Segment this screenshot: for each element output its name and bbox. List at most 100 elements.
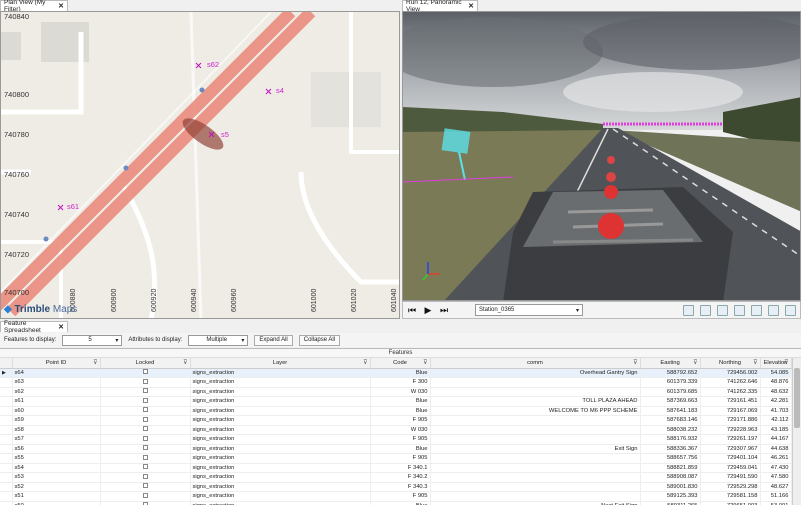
checkbox[interactable] (142, 473, 148, 479)
table-cell[interactable]: 588176.932 (640, 434, 701, 445)
filter-icon[interactable]: ⊽ (633, 359, 637, 366)
settings-tool-icon[interactable] (768, 304, 779, 316)
table-cell[interactable]: 729651.003 (700, 501, 761, 505)
table-cell[interactable]: 588821.859 (640, 463, 701, 473)
table-cell[interactable]: 47.430 (760, 463, 792, 473)
table-cell[interactable]: 48.876 (760, 377, 792, 388)
table-cell[interactable] (430, 453, 641, 464)
table-cell[interactable]: 729456.002 (700, 368, 761, 378)
table-row[interactable]: s50 signs_extractionBlueNext Exit Sign589… (0, 501, 792, 505)
table-cell[interactable]: 601379.339 (640, 377, 701, 388)
table-cell[interactable]: F 300 (370, 377, 431, 388)
table-row[interactable]: s58 signs_extraction W 030 588038.232 729228… (0, 425, 792, 435)
table-cell[interactable]: Blue (370, 396, 431, 407)
pick-tool-icon[interactable] (683, 304, 694, 316)
locked-checkbox[interactable] (100, 425, 191, 435)
table-cell[interactable]: 46.261 (760, 453, 792, 464)
table-cell[interactable]: 42.112 (760, 415, 792, 426)
locked-checkbox[interactable] (100, 491, 191, 502)
table-cell[interactable]: s58 (12, 425, 101, 435)
table-cell[interactable]: WELCOME TO M6 PPP SCHEME (430, 406, 641, 416)
table-cell[interactable]: 729491.590 (700, 472, 761, 483)
table-cell[interactable]: 729529.298 (700, 482, 761, 492)
checkbox[interactable] (142, 369, 148, 375)
row-indicator[interactable] (0, 444, 13, 454)
table-cell[interactable]: s55 (12, 453, 101, 464)
table-cell[interactable]: signs_extraction (190, 425, 371, 435)
row-indicator[interactable] (0, 377, 13, 388)
checkbox[interactable] (142, 426, 148, 432)
table-cell[interactable]: 588908.087 (640, 472, 701, 483)
locked-checkbox[interactable] (100, 406, 191, 416)
checkbox[interactable] (142, 416, 148, 422)
table-cell[interactable]: signs_extraction (190, 387, 371, 397)
locked-checkbox[interactable] (100, 453, 191, 464)
table-cell[interactable]: W 030 (370, 425, 431, 435)
view-tool-icon[interactable] (734, 304, 745, 316)
table-cell[interactable]: 729459.041 (700, 463, 761, 473)
table-row[interactable]: s57 signs_extraction F 905 588176.932 729261… (0, 434, 792, 445)
table-cell[interactable]: 729401.104 (700, 453, 761, 464)
table-cell[interactable]: 41.703 (760, 406, 792, 416)
checkbox[interactable] (142, 464, 148, 470)
table-cell[interactable]: Exit Sign (430, 444, 641, 454)
table-cell[interactable]: 44.638 (760, 444, 792, 454)
table-cell[interactable]: Overhead Gantry Sign (430, 368, 641, 378)
column-header[interactable]: Northing ⊽ (700, 358, 761, 369)
table-row[interactable]: ▶ s64 signs_extraction Blue Overhead Gantry … (0, 368, 792, 378)
tab-plan-view[interactable]: Plan View (My Filter) ✕ (0, 0, 68, 13)
measure-tool-icon[interactable] (700, 304, 711, 316)
table-cell[interactable]: 44.167 (760, 434, 792, 445)
options-tool-icon[interactable] (785, 304, 796, 316)
table-cell[interactable]: Blue (370, 406, 431, 416)
table-cell[interactable]: signs_extraction (190, 463, 371, 473)
row-indicator[interactable] (0, 463, 13, 473)
table-cell[interactable]: s57 (12, 434, 101, 445)
table-cell[interactable]: F 905 (370, 491, 431, 502)
table-row[interactable]: s59 signs_extraction F 905 587683.146 729171… (0, 415, 792, 426)
table-cell[interactable]: s63 (12, 377, 101, 388)
row-indicator[interactable] (0, 387, 13, 397)
checkbox[interactable] (142, 378, 148, 384)
table-cell[interactable]: s60 (12, 406, 101, 416)
table-cell[interactable]: s51 (12, 491, 101, 502)
locked-checkbox[interactable] (100, 482, 191, 492)
tab-panoramic-view[interactable]: Run 12, Panoramic View ✕ (402, 0, 478, 13)
table-cell[interactable] (430, 434, 641, 445)
table-cell[interactable]: F 905 (370, 434, 431, 445)
table-cell[interactable]: Blue (370, 368, 431, 378)
table-row[interactable]: s60 signs_extraction Blue WELCOME TO M6 PPP… (0, 406, 792, 416)
locked-checkbox[interactable] (100, 377, 191, 388)
table-cell[interactable]: 588657.756 (640, 453, 701, 464)
checkbox[interactable] (142, 407, 148, 413)
expand-all-button[interactable]: Expand All (254, 334, 293, 346)
table-cell[interactable]: 587683.146 (640, 415, 701, 426)
close-icon[interactable]: ✕ (58, 2, 64, 10)
table-cell[interactable]: s62 (12, 387, 101, 397)
column-header[interactable]: Locked ⊽ (100, 358, 191, 369)
table-row[interactable]: s62 signs_extraction W 030 601379.685 741262… (0, 387, 792, 397)
table-row[interactable]: s51 signs_extraction F 905 589125.393 729581… (0, 491, 792, 502)
locked-checkbox[interactable] (100, 463, 191, 473)
close-icon[interactable]: ✕ (58, 323, 64, 331)
column-header[interactable]: Elevation ⊽ (760, 358, 792, 369)
table-cell[interactable] (430, 463, 641, 473)
table-cell[interactable]: F 340.2 (370, 472, 431, 483)
row-indicator[interactable]: ▶ (0, 368, 13, 378)
table-cell[interactable] (430, 425, 641, 435)
table-cell[interactable]: 589125.393 (640, 491, 701, 502)
table-cell[interactable]: signs_extraction (190, 491, 371, 502)
filter-icon[interactable]: ⊽ (784, 359, 788, 366)
table-cell[interactable]: s56 (12, 444, 101, 454)
filter-icon[interactable]: ⊽ (753, 359, 757, 366)
table-cell[interactable]: 53.001 (760, 501, 792, 505)
table-cell[interactable]: signs_extraction (190, 472, 371, 483)
table-cell[interactable]: Blue (370, 501, 431, 505)
locked-checkbox[interactable] (100, 472, 191, 483)
row-indicator[interactable] (0, 406, 13, 416)
locked-checkbox[interactable] (100, 396, 191, 407)
table-cell[interactable]: 729228.963 (700, 425, 761, 435)
filter-icon[interactable]: ⊽ (423, 359, 427, 366)
row-indicator[interactable] (0, 501, 13, 505)
locked-checkbox[interactable] (100, 444, 191, 454)
